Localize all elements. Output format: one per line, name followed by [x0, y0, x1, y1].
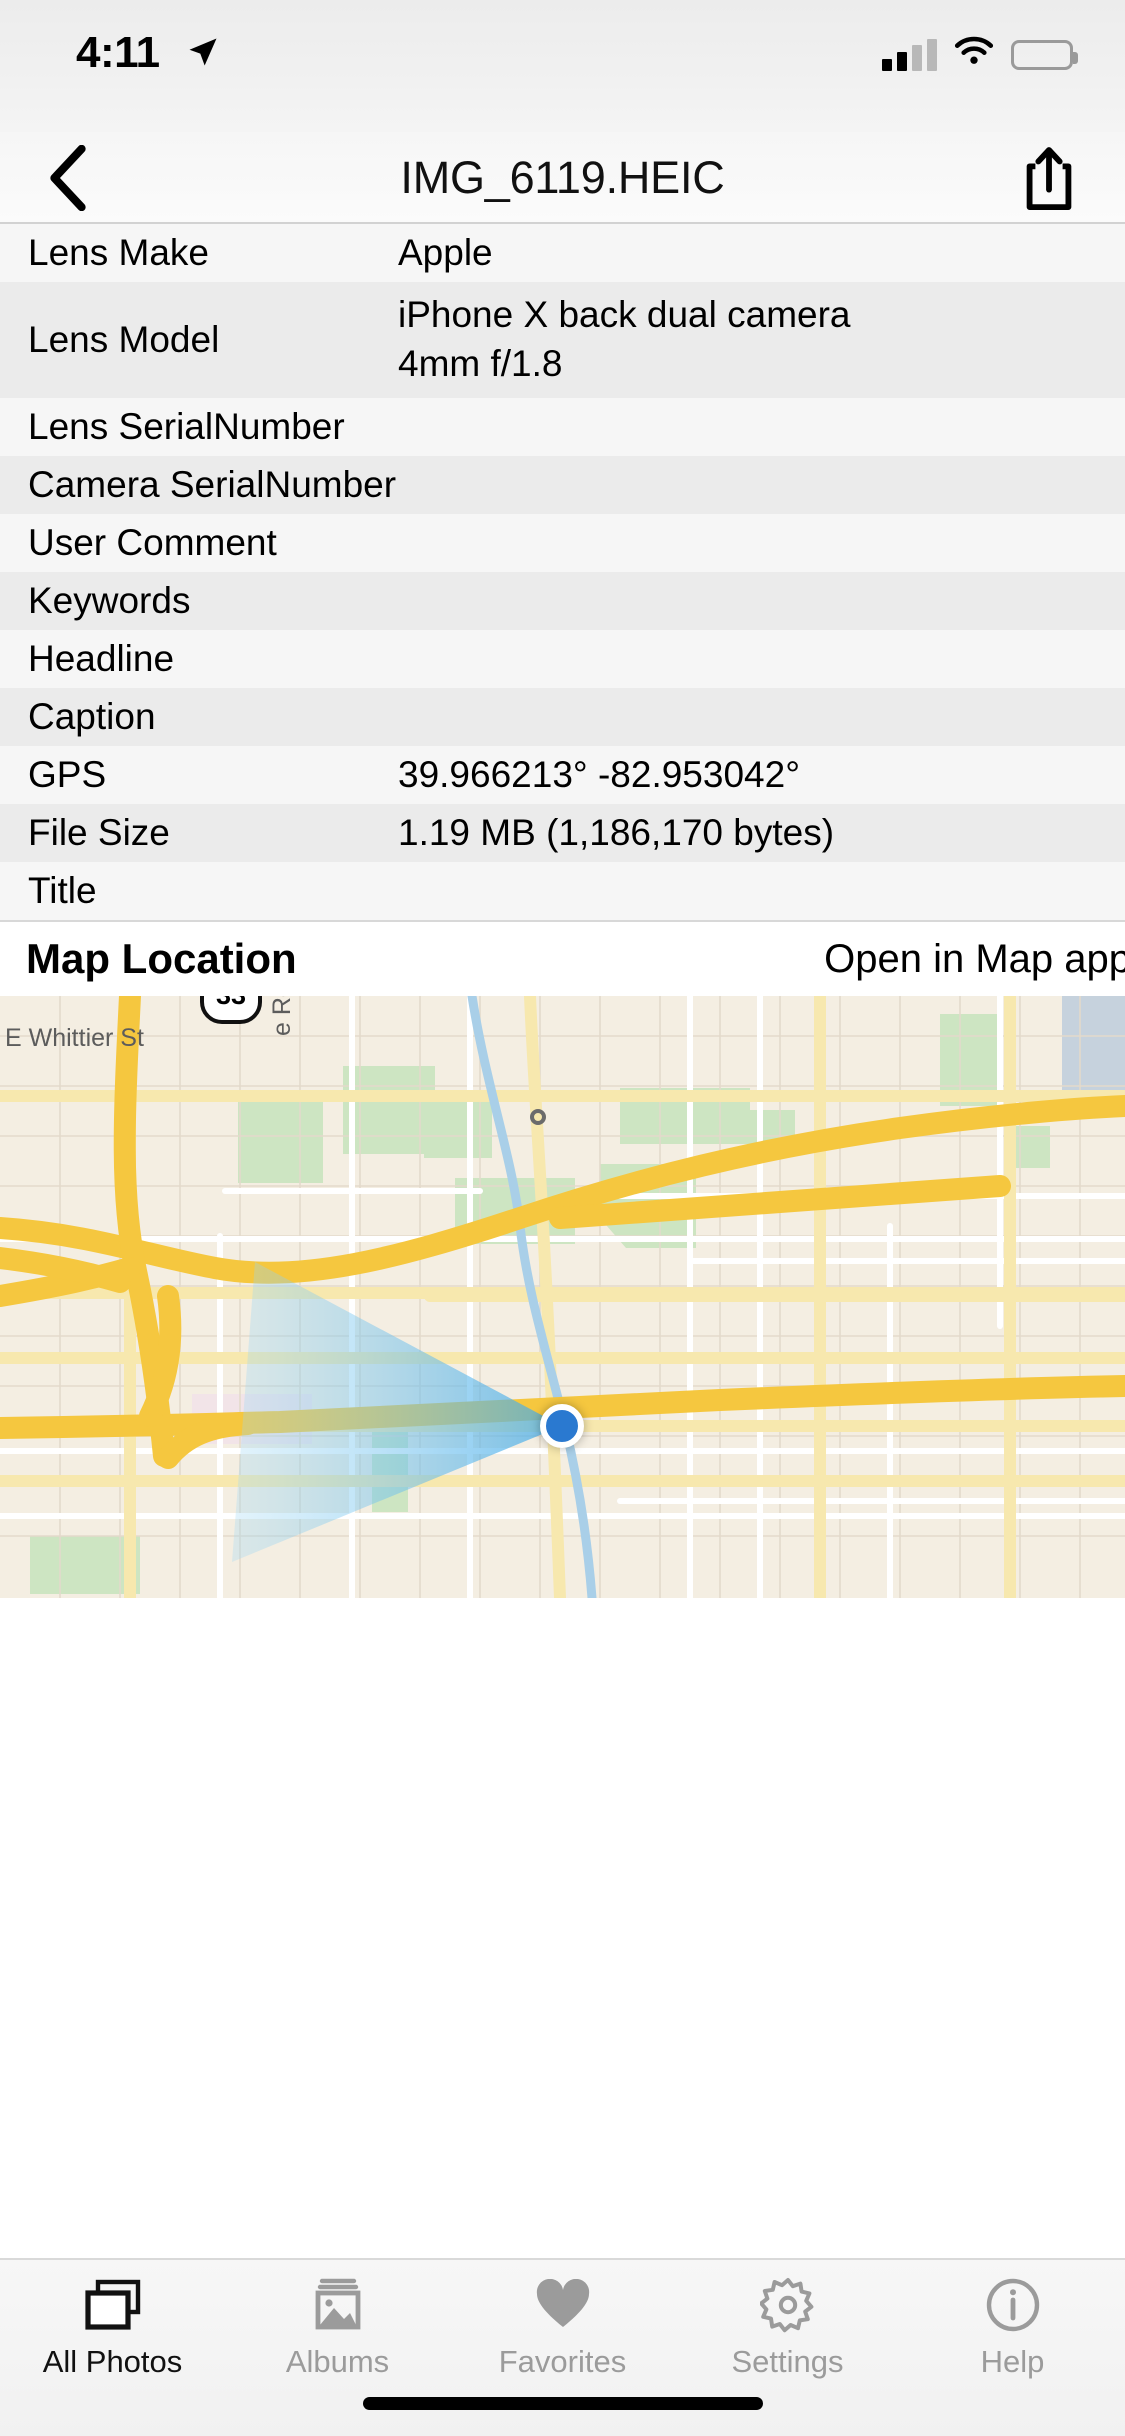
metadata-row: Caption	[0, 688, 1125, 746]
metadata-row: GPS 39.966213° -82.953042°	[0, 746, 1125, 804]
metadata-key: Lens Make	[28, 231, 209, 273]
metadata-value: Apple	[398, 231, 493, 273]
map-view[interactable]: E 5th AveStelzeCleveland AveE Long StE B…	[0, 996, 1125, 1598]
metadata-key: File Size	[28, 811, 170, 853]
app-screen: 4:11 IMG_6119.HEIC Lens Make Apple Lens …	[0, 0, 1125, 2436]
metadata-value: 1.19 MB (1,186,170 bytes)	[398, 811, 835, 853]
status-bar: 4:11	[0, 0, 1125, 132]
metadata-key: Lens Model	[28, 318, 220, 360]
metadata-key: Keywords	[28, 579, 191, 621]
tab-label: Settings	[731, 2344, 844, 2379]
metadata-key: GPS	[28, 753, 107, 795]
tab-favorites[interactable]: Favorites	[450, 2260, 675, 2380]
map-canvas	[0, 996, 1125, 1598]
metadata-row: Lens SerialNumber	[0, 398, 1125, 456]
metadata-table: Lens Make Apple Lens Model iPhone X back du…	[0, 224, 1125, 920]
battery-icon	[1011, 39, 1078, 70]
location-arrow-icon	[185, 34, 221, 75]
home-indicator-bar	[362, 2397, 763, 2410]
status-bar-indicators	[882, 36, 1078, 73]
metadata-row: File Size 1.19 MB (1,186,170 bytes)	[0, 804, 1125, 862]
tab-label: Help	[980, 2344, 1045, 2379]
metadata-row: User Comment	[0, 514, 1125, 572]
metadata-row: Camera SerialNumber	[0, 456, 1125, 514]
metadata-row: Lens Make Apple	[0, 224, 1125, 282]
metadata-key: Title	[28, 869, 97, 911]
metadata-key: Camera SerialNumber	[28, 463, 397, 505]
metadata-key: Caption	[28, 695, 156, 737]
place-marker-bexley	[530, 1109, 546, 1125]
metadata-key: Lens SerialNumber	[28, 405, 345, 447]
map-section-title: Map Location	[26, 935, 297, 982]
gear-icon	[759, 2274, 816, 2336]
share-icon	[1026, 147, 1072, 211]
tab-label: Favorites	[498, 2344, 627, 2379]
metadata-key: User Comment	[28, 521, 277, 563]
share-button[interactable]	[1003, 132, 1095, 224]
map-section-header: Map Location Open in Map app	[0, 920, 1125, 996]
status-bar-time: 4:11	[76, 28, 160, 77]
cellular-signal-icon	[882, 38, 937, 71]
tab-label: All Photos	[42, 2344, 183, 2379]
photos-stack-icon	[84, 2274, 142, 2336]
map-label: E Whittier St	[5, 1024, 144, 1052]
metadata-key: Headline	[28, 637, 175, 679]
wifi-icon	[953, 36, 995, 73]
metadata-value: 39.966213° -82.953042°	[398, 753, 800, 795]
navigation-bar: IMG_6119.HEIC	[0, 132, 1125, 224]
tab-settings[interactable]: Settings	[675, 2260, 900, 2380]
heart-icon	[535, 2274, 591, 2336]
tab-albums[interactable]: Albums	[225, 2260, 450, 2380]
metadata-row: Title	[0, 862, 1125, 920]
metadata-row: Keywords	[0, 572, 1125, 630]
tab-help[interactable]: Help	[900, 2260, 1125, 2380]
metadata-value: iPhone X back dual camera 4mm f/1.8	[398, 294, 851, 384]
page-title: IMG_6119.HEIC	[400, 152, 725, 203]
tab-all-photos[interactable]: All Photos	[0, 2260, 225, 2380]
highway-shield-33: 33	[200, 996, 262, 1024]
map-label: e Rd	[268, 996, 296, 1036]
metadata-row: Lens Model iPhone X back dual camera 4mm f…	[0, 282, 1125, 398]
albums-image-icon	[312, 2274, 364, 2336]
open-in-map-app-button[interactable]: Open in Map app	[824, 937, 1125, 982]
user-location-dot-icon	[540, 1404, 584, 1448]
metadata-row: Headline	[0, 630, 1125, 688]
tab-label: Albums	[285, 2344, 390, 2379]
info-circle-icon	[985, 2274, 1041, 2336]
